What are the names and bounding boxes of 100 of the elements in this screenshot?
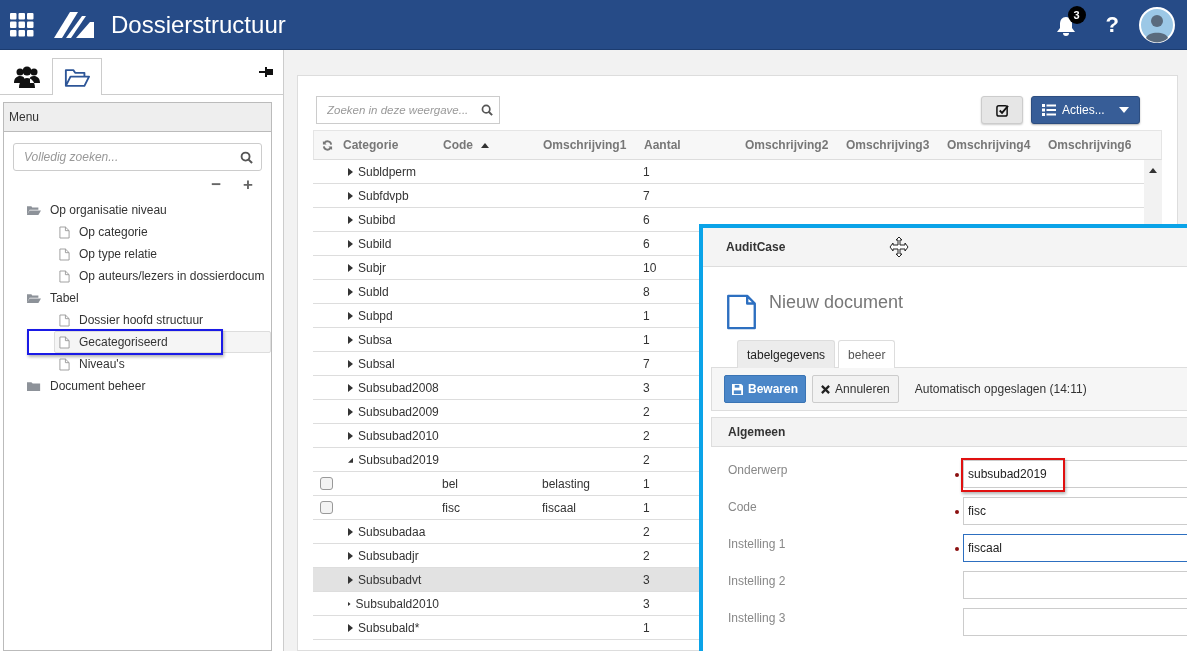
row-checkbox[interactable]: [319, 477, 333, 490]
expand-caret-icon[interactable]: [348, 383, 353, 392]
move-cursor-icon: [888, 236, 911, 258]
select-button[interactable]: [981, 96, 1023, 124]
field-label: Instelling 1: [727, 536, 787, 551]
table-cell: 2: [643, 428, 650, 443]
input-field[interactable]: subsubad2019: [963, 460, 1187, 488]
input-field[interactable]: fisc: [963, 497, 1187, 525]
table-cell: 7: [643, 356, 650, 371]
sidebar-tab[interactable]: [52, 58, 102, 95]
avatar-icon[interactable]: [1139, 6, 1175, 43]
expand-caret-icon[interactable]: [348, 311, 353, 320]
table-cell: 2: [643, 524, 650, 539]
column-header[interactable]: Code: [443, 138, 489, 152]
column-header[interactable]: Categorie: [343, 138, 399, 152]
column-header[interactable]: Aantal: [644, 138, 681, 152]
expand-caret-icon[interactable]: [348, 335, 353, 344]
table-cell: Subsubald*: [358, 620, 420, 635]
input-field[interactable]: [963, 571, 1187, 599]
input-field[interactable]: fiscaal: [963, 534, 1187, 562]
app-title: Dossierstructuur: [111, 10, 286, 39]
expand-caret-icon[interactable]: [348, 527, 353, 536]
tree-item[interactable]: Op categorie: [79, 225, 148, 239]
tree-item[interactable]: Document beheer: [50, 379, 146, 393]
column-header[interactable]: Omschrijving3: [846, 138, 930, 152]
table-cell: 10: [643, 260, 657, 275]
expand-caret-icon[interactable]: [348, 623, 353, 632]
table-cell: belasting: [542, 476, 591, 491]
table-cell: 1: [643, 500, 650, 515]
tree-item[interactable]: Gecategoriseerd: [54, 331, 271, 353]
table-cell: 2: [643, 548, 650, 563]
table-cell: 1: [643, 620, 650, 635]
people-icon: [14, 66, 40, 88]
row-checkbox[interactable]: [319, 501, 333, 514]
table-cell: fiscaal: [542, 500, 576, 515]
expand-caret-icon[interactable]: [348, 239, 353, 248]
tree-item[interactable]: Op auteurs/lezers in dossierdocum: [79, 269, 265, 283]
column-header[interactable]: Omschrijving2: [745, 138, 829, 152]
field-label: Code: [727, 499, 758, 514]
table-cell: 1: [643, 308, 650, 323]
expand-caret-icon[interactable]: [348, 191, 353, 200]
search-field[interactable]: Volledig zoeken...: [22, 149, 240, 165]
table-cell: 3: [643, 596, 650, 611]
tree-item[interactable]: Tabel: [50, 291, 79, 305]
column-header[interactable]: Omschrijving4: [947, 138, 1031, 152]
page-icon: [59, 357, 70, 371]
refresh-icon[interactable]: [321, 139, 333, 151]
help-button[interactable]: ?: [1105, 11, 1119, 38]
expand-caret-icon[interactable]: [348, 167, 353, 176]
table-cell: 7: [643, 188, 650, 203]
field-label: Instelling 3: [727, 610, 787, 625]
table-cell: Subsubad2010: [358, 428, 439, 443]
expand-caret-icon[interactable]: [348, 599, 351, 608]
table-cell: 3: [643, 380, 650, 395]
table-cell: 1: [643, 332, 650, 347]
table-cell: Subsal: [358, 356, 395, 371]
cancel-button[interactable]: Annuleren: [812, 375, 899, 403]
collapse-caret-icon[interactable]: [348, 456, 354, 463]
column-header[interactable]: Omschrijving6: [1048, 138, 1132, 152]
tree-item[interactable]: Op type relatie: [79, 247, 158, 261]
document-icon: [726, 294, 757, 330]
page-icon: [59, 247, 70, 261]
tree-item[interactable]: Dossier hoofd structuur: [79, 313, 204, 327]
expand-caret-icon[interactable]: [348, 407, 353, 416]
folder-icon: [64, 66, 90, 88]
tree-item[interactable]: Niveau's: [79, 357, 125, 371]
collapse-all-button[interactable]: −: [211, 177, 222, 193]
search-icon: [481, 104, 493, 116]
expand-caret-icon[interactable]: [348, 575, 353, 584]
column-header[interactable]: Omschrijving1: [543, 138, 627, 152]
scroll-up-icon[interactable]: [1149, 168, 1157, 173]
expand-caret-icon[interactable]: [348, 551, 353, 560]
expand-caret-icon[interactable]: [348, 359, 353, 368]
field-label: Onderwerp: [727, 462, 789, 477]
tab[interactable]: tabelgegevens: [737, 340, 836, 368]
actions-button[interactable]: Acties...: [1031, 96, 1140, 124]
table-cell: Subsubad2009: [358, 404, 439, 419]
search-field[interactable]: Zoeken in deze weergave...: [325, 103, 481, 117]
apps-grid-icon[interactable]: [10, 12, 34, 37]
page-icon: [59, 269, 70, 283]
save-button[interactable]: Bewaren: [724, 375, 807, 403]
expand-caret-icon[interactable]: [348, 431, 353, 440]
search-box[interactable]: Zoeken in deze weergave...: [316, 96, 500, 124]
input-field[interactable]: [963, 608, 1187, 636]
expand-caret-icon[interactable]: [348, 287, 353, 296]
list-icon: [1042, 104, 1056, 116]
tab[interactable]: beheer: [838, 340, 896, 368]
expand-all-button[interactable]: +: [243, 177, 253, 193]
search-box[interactable]: Volledig zoeken...: [13, 143, 262, 171]
field-label: Instelling 2: [727, 573, 787, 588]
table-cell: Subsa: [358, 332, 393, 347]
pin-icon[interactable]: [259, 66, 275, 78]
table-cell: Subldperm: [358, 164, 417, 179]
dialog-title: AuditCase: [726, 240, 786, 254]
expand-caret-icon[interactable]: [348, 263, 353, 272]
table-cell: 6: [643, 236, 650, 251]
tree-item[interactable]: Op organisatie niveau: [50, 203, 167, 217]
expand-caret-icon[interactable]: [348, 215, 353, 224]
close-icon: [821, 384, 831, 394]
table-cell: Subpd: [358, 308, 393, 323]
